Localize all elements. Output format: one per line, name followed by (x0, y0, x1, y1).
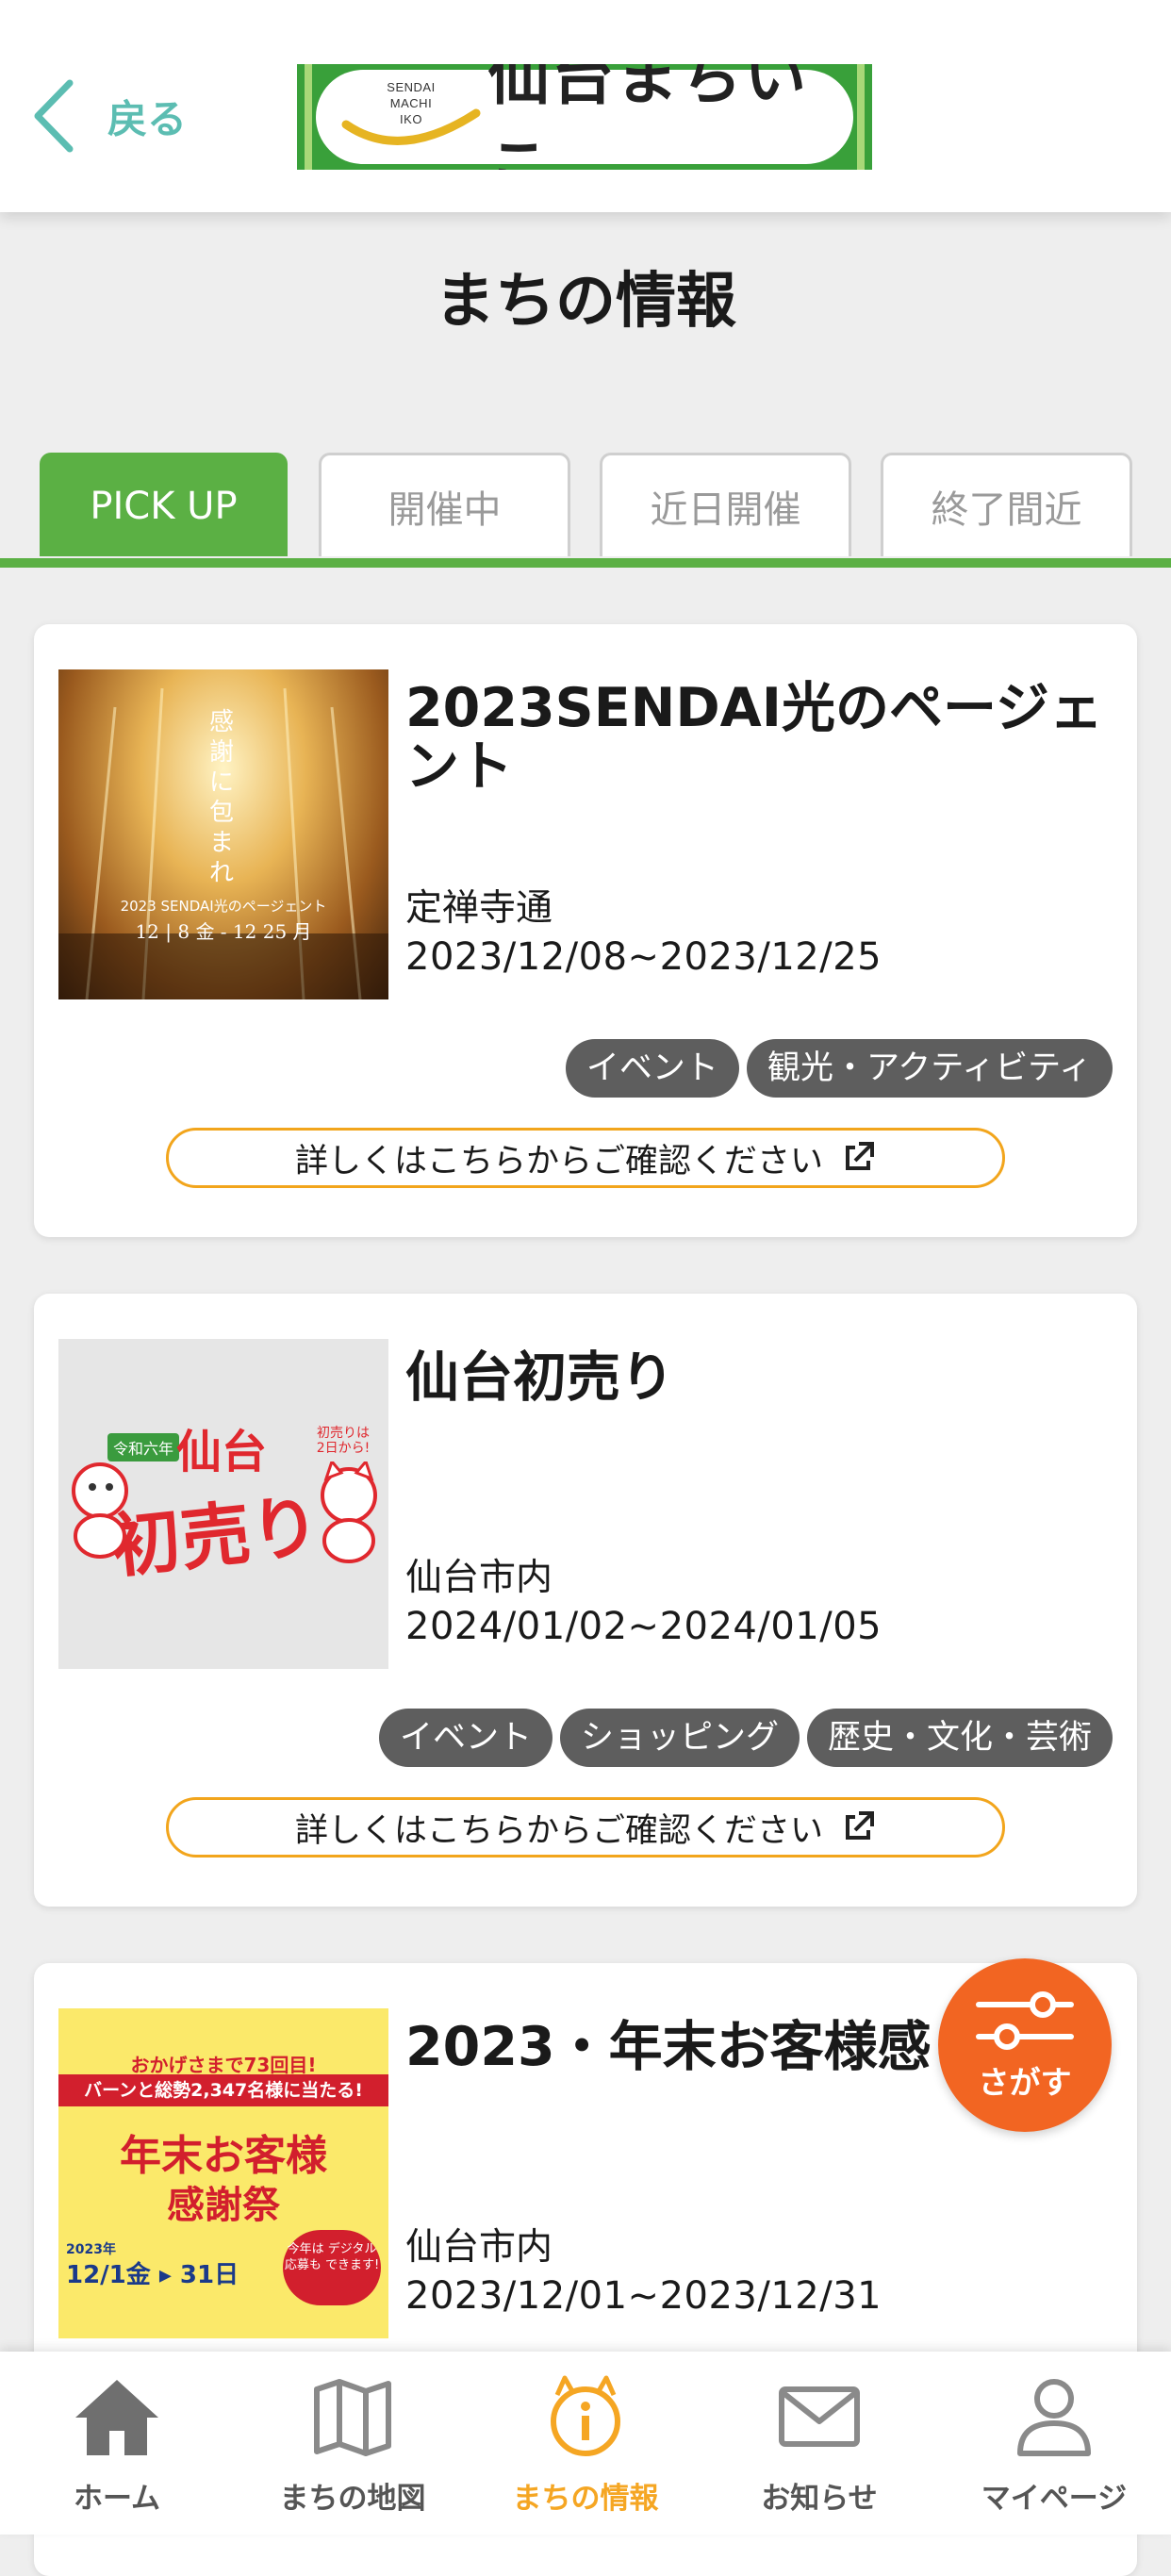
thumb-line2: 初売り (107, 1485, 324, 1589)
search-fab-label: さがす (978, 2064, 1072, 2101)
nav-label: お知らせ (761, 2482, 878, 2516)
thumb-line1: 年末お客様 (120, 2132, 327, 2180)
event-thumbnail[interactable]: おかげさまで73回目! バーンと総勢2,347名様に当たる! 年末お客様 感謝祭… (58, 2008, 388, 2338)
thumb-note: 初売りは 2日から! (316, 1426, 371, 1456)
thumb-title: 2023 SENDAI光のページェント (120, 898, 327, 915)
logo-title: 仙台まちいこ (487, 64, 809, 170)
thumb-vertical-text: 感謝 に 包まれ (209, 708, 235, 887)
nav-home[interactable]: ホーム (0, 2352, 234, 2535)
tag-badge: イベント (565, 1039, 739, 1098)
event-thumbnail[interactable]: 感謝 に 包まれ 2023 SENDAI光のページェント 12 | 8 金 - … (58, 669, 388, 999)
nav-map[interactable]: まちの地図 (236, 2352, 470, 2535)
logo-mark: SENDAI MACHI IKO (335, 70, 481, 164)
tag-badge: ショッピング (559, 1709, 800, 1767)
thumb-line1: 仙台 (176, 1426, 268, 1478)
back-label: 戻る (107, 95, 188, 142)
details-link-button[interactable]: 詳しくはこちらからご確認ください (166, 1797, 1005, 1858)
tab-pick-up[interactable]: PICK UP (40, 453, 288, 556)
event-dates: 2023/12/01~2023/12/31 (405, 2274, 882, 2318)
tag-badge: イベント (378, 1709, 553, 1767)
event-place: 定禅寺通 (405, 887, 553, 930)
nav-notifications[interactable]: お知らせ (702, 2352, 936, 2535)
lucky-cat-graphic (321, 1461, 377, 1563)
mail-icon (779, 2386, 860, 2447)
nav-label: まちの地図 (279, 2482, 426, 2516)
filter-tabs: PICK UP 開催中 近日開催 終了間近 (0, 453, 1171, 566)
info-icon (551, 2375, 620, 2456)
thumb-banner: バーンと総勢2,347名様に当たる! (58, 2074, 388, 2106)
details-link-label: 詳しくはこちらからご確認ください (294, 1811, 823, 1850)
tab-underline (0, 558, 1171, 568)
thumb-top: おかげさまで73回目! (130, 2054, 317, 2076)
tag-list: イベント 観光・アクティビティ (565, 1039, 1113, 1098)
logo-mark-text: SENDAI MACHI IKO (387, 80, 436, 126)
tag-badge: 歴史・文化・芸術 (806, 1709, 1113, 1767)
thumb-line2: 感謝祭 (167, 2184, 280, 2227)
details-link-label: 詳しくはこちらからご確認ください (294, 1142, 823, 1181)
home-icon (75, 2380, 158, 2455)
map-icon (314, 2379, 391, 2456)
event-place: 仙台市内 (405, 1557, 553, 1599)
thumb-note: 今年は デジタル応募も できます! (283, 2230, 381, 2305)
nav-label: マイページ (981, 2482, 1128, 2516)
external-link-icon (846, 1142, 874, 1170)
event-place: 仙台市内 (405, 2226, 553, 2269)
bottom-navigation: ホーム まちの地図 まちの情報 お知らせ マイページ (0, 2352, 1171, 2535)
filter-sliders-icon (976, 1991, 1074, 2050)
chevron-left-icon (34, 79, 74, 153)
event-dates: 2024/01/02~2024/01/05 (405, 1605, 882, 1648)
event-title[interactable]: 2023SENDAI光のページェント (405, 679, 1122, 796)
details-link-button[interactable]: 詳しくはこちらからご確認ください (166, 1128, 1005, 1188)
thumb-dates: 12/1金 ▸ 31日 (66, 2261, 239, 2289)
event-title[interactable]: 仙台初売り (405, 1348, 1122, 1407)
nav-info[interactable]: まちの情報 (469, 2352, 702, 2535)
page-title: まちの情報 (435, 267, 736, 337)
tab-ending-soon[interactable]: 終了間近 (881, 453, 1132, 556)
nav-label: ホーム (73, 2482, 161, 2516)
nav-label: まちの情報 (512, 2482, 659, 2516)
event-card[interactable]: 感謝 に 包まれ 2023 SENDAI光のページェント 12 | 8 金 - … (34, 624, 1137, 1237)
search-fab-button[interactable]: さがす (938, 1958, 1112, 2132)
event-card[interactable]: 令和六年 仙台 初売り 初売りは 2日から! 福 仙台初売り 仙台市内 2024… (34, 1294, 1137, 1907)
external-link-icon (846, 1811, 874, 1840)
dragon-graphic (72, 1462, 128, 1559)
tab-ongoing[interactable]: 開催中 (319, 453, 570, 556)
thumb-dates: 12 | 8 金 - 12 25 月 (135, 920, 312, 943)
tag-list: イベント ショッピング 歴史・文化・芸術 (378, 1709, 1113, 1767)
app-logo: SENDAI MACHI IKO 仙台まちいこ (297, 64, 872, 170)
app-header: 戻る SENDAI MACHI IKO 仙台まちいこ (0, 0, 1171, 212)
back-button[interactable]: 戻る (28, 74, 187, 158)
event-dates: 2023/12/08~2023/12/25 (405, 935, 882, 979)
tab-upcoming[interactable]: 近日開催 (600, 453, 851, 556)
person-icon (1017, 2379, 1091, 2456)
event-thumbnail[interactable]: 令和六年 仙台 初売り 初売りは 2日から! 福 (58, 1339, 388, 1669)
nav-mypage[interactable]: マイページ (937, 2352, 1171, 2535)
tag-badge: 観光・アクティビティ (746, 1039, 1113, 1098)
